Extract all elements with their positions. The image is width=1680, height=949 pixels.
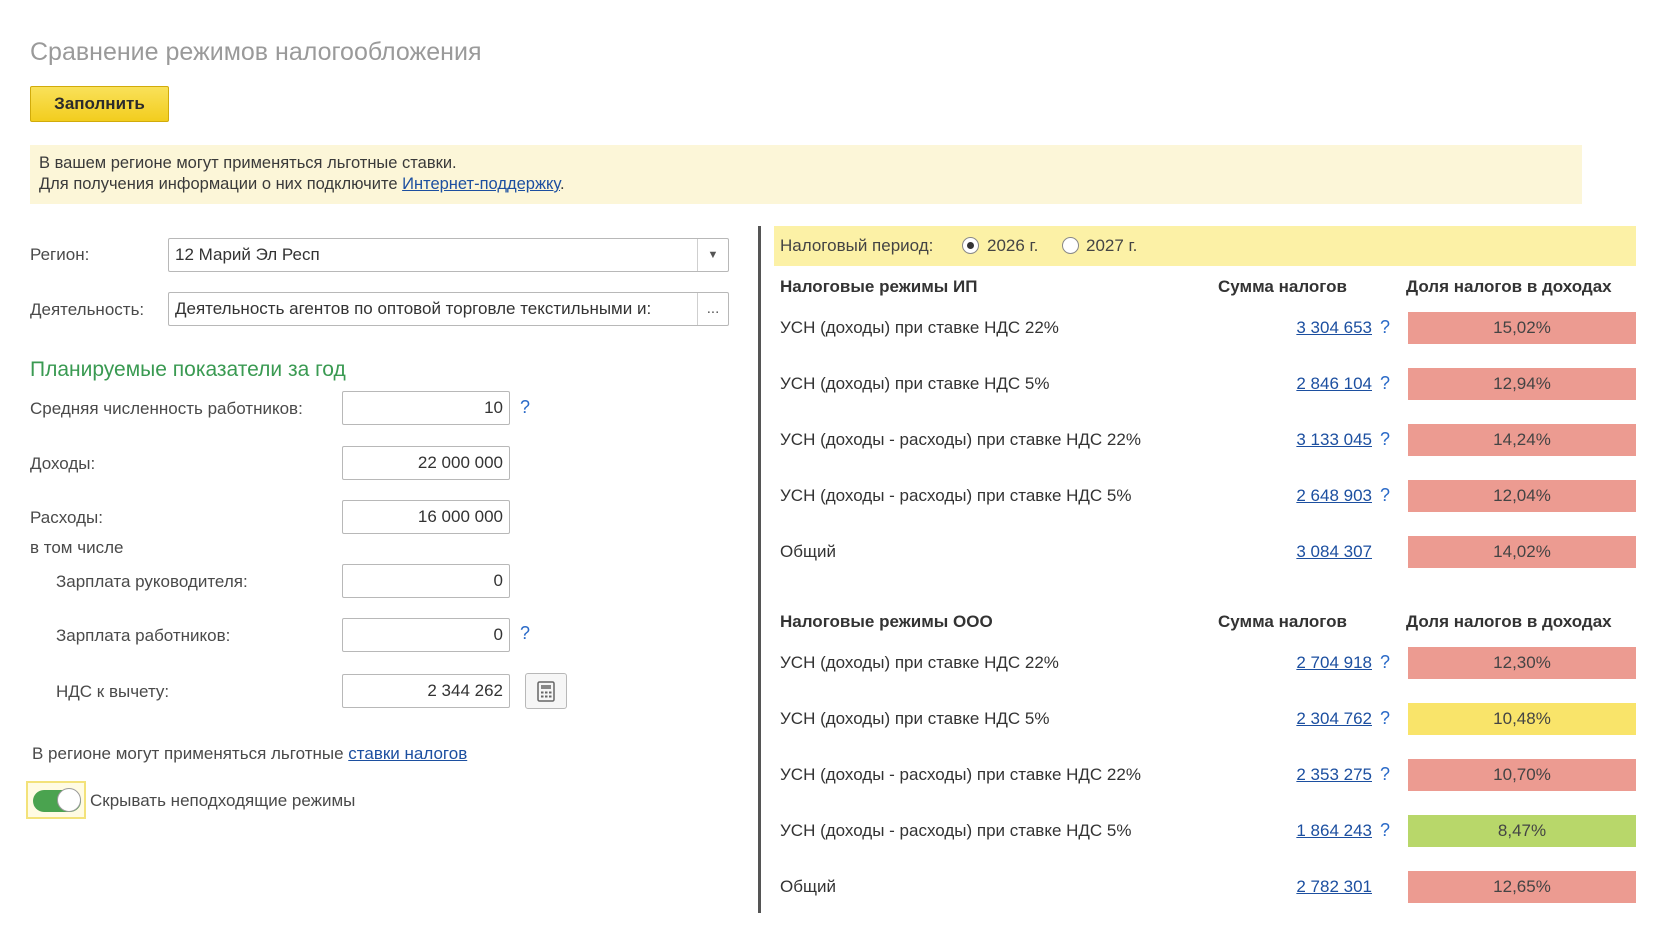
radio-selected-dot — [967, 242, 974, 249]
activity-value: Деятельность агентов по оптовой торговле… — [175, 299, 652, 318]
regime-name: УСН (доходы - расходы) при ставке НДС 5% — [780, 486, 1132, 505]
period-2027-label[interactable]: 2027 г. — [1086, 236, 1137, 256]
tax-share-cell: 10,70% — [1408, 759, 1636, 791]
regime-name: УСН (доходы) при ставке НДС 5% — [780, 709, 1050, 728]
help-icon[interactable]: ? — [1380, 820, 1390, 841]
toggle-knob — [57, 788, 81, 812]
period-2026-radio[interactable] — [962, 237, 979, 254]
regime-name: УСН (доходы) при ставке НДС 22% — [780, 653, 1059, 672]
fill-button[interactable]: Заполнить — [30, 86, 169, 122]
ooo-sum-header: Сумма налогов — [1218, 612, 1347, 631]
help-icon[interactable]: ? — [1380, 373, 1390, 394]
tax-period-bar: Налоговый период: 2026 г. 2027 г. — [774, 226, 1636, 266]
workers-salary-help-icon[interactable]: ? — [520, 623, 530, 644]
employees-help-icon[interactable]: ? — [520, 397, 530, 418]
dropdown-arrow-icon[interactable]: ▼ — [697, 239, 728, 271]
regime-name: УСН (доходы - расходы) при ставке НДС 5% — [780, 821, 1132, 840]
tax-period-label: Налоговый период: — [780, 236, 934, 255]
tax-amount-link[interactable]: 3 133 045 — [1262, 430, 1372, 450]
section-title: Планируемые показатели за год — [30, 358, 346, 381]
rates-text: В регионе могут применяться льготные — [32, 744, 349, 763]
expenses-input[interactable]: 16 000 000 — [342, 500, 510, 534]
notice-line-2-prefix: Для получения информации о них подключит… — [39, 175, 403, 193]
period-2027-radio[interactable] — [1062, 237, 1079, 254]
help-icon[interactable]: ? — [1380, 764, 1390, 785]
activity-select-button[interactable]: ... — [697, 293, 728, 325]
ooo-regimes-header: Налоговые режимы ООО — [780, 612, 993, 631]
ooo-share-header: Доля налогов в доходах — [1406, 612, 1612, 631]
help-icon[interactable]: ? — [1380, 317, 1390, 338]
hide-unsuitable-toggle-frame — [26, 781, 86, 819]
ip-sum-header: Сумма налогов — [1218, 277, 1347, 296]
calculator-icon — [537, 681, 555, 702]
workers-salary-label: Зарплата работников: — [56, 626, 231, 645]
region-label: Регион: — [30, 245, 90, 264]
tax-share-cell: 12,30% — [1408, 647, 1636, 679]
tax-amount-link[interactable]: 1 864 243 — [1262, 821, 1372, 841]
ip-share-header: Доля налогов в доходах — [1406, 277, 1612, 296]
regime-name: УСН (доходы) при ставке НДС 5% — [780, 374, 1050, 393]
regime-name: Общий — [780, 542, 836, 561]
tax-share-cell: 12,94% — [1408, 368, 1636, 400]
tax-share-cell: 14,24% — [1408, 424, 1636, 456]
notice-line-1: В вашем регионе могут применяться льготн… — [39, 154, 457, 172]
tax-amount-link[interactable]: 2 846 104 — [1262, 374, 1372, 394]
panel-divider — [758, 226, 761, 913]
tax-amount-link[interactable]: 3 304 653 — [1262, 318, 1372, 338]
notice-line-2: Для получения информации о них подключит… — [39, 174, 1573, 195]
period-2026-label[interactable]: 2026 г. — [987, 236, 1038, 256]
activity-label: Деятельность: — [30, 300, 145, 319]
hide-unsuitable-label: Скрывать неподходящие режимы — [90, 791, 356, 810]
info-notice: В вашем регионе могут применяться льготн… — [30, 145, 1582, 204]
vat-deduction-input[interactable]: 2 344 262 — [342, 674, 510, 708]
tax-amount-link[interactable]: 2 304 762 — [1262, 709, 1372, 729]
ip-regimes-header: Налоговые режимы ИП — [780, 277, 978, 296]
including-label: в том числе — [30, 538, 124, 557]
tax-share-cell: 8,47% — [1408, 815, 1636, 847]
workers-salary-input[interactable]: 0 — [342, 618, 510, 652]
help-icon[interactable]: ? — [1380, 485, 1390, 506]
regime-name: Общий — [780, 877, 836, 896]
tax-amount-link[interactable]: 2 782 301 — [1262, 877, 1372, 897]
vat-deduction-label: НДС к вычету: — [56, 682, 170, 701]
income-input[interactable]: 22 000 000 — [342, 446, 510, 480]
tax-share-cell: 14,02% — [1408, 536, 1636, 568]
regime-name: УСН (доходы) при ставке НДС 22% — [780, 318, 1059, 337]
tax-share-cell: 10,48% — [1408, 703, 1636, 735]
calculator-button[interactable] — [525, 673, 567, 709]
rates-note: В регионе могут применяться льготные ста… — [32, 744, 467, 764]
help-icon[interactable]: ? — [1380, 708, 1390, 729]
tax-amount-link[interactable]: 2 353 275 — [1262, 765, 1372, 785]
tax-share-cell: 12,65% — [1408, 871, 1636, 903]
hide-unsuitable-toggle[interactable] — [33, 788, 81, 812]
employees-input[interactable]: 10 — [342, 391, 510, 425]
tax-amount-link[interactable]: 2 648 903 — [1262, 486, 1372, 506]
region-select[interactable]: 12 Марий Эл Респ ▼ — [168, 238, 729, 272]
director-salary-label: Зарплата руководителя: — [56, 572, 248, 591]
expenses-label: Расходы: — [30, 508, 103, 527]
regime-name: УСН (доходы - расходы) при ставке НДС 22… — [780, 765, 1141, 784]
region-value: 12 Марий Эл Респ — [175, 245, 320, 264]
notice-line-2-suffix: . — [560, 175, 565, 193]
employees-label: Средняя численность работников: — [30, 399, 303, 418]
director-salary-input[interactable]: 0 — [342, 564, 510, 598]
regime-name: УСН (доходы - расходы) при ставке НДС 22… — [780, 430, 1141, 449]
help-icon[interactable]: ? — [1380, 429, 1390, 450]
page-title: Сравнение режимов налогообложения — [30, 38, 482, 66]
income-label: Доходы: — [30, 454, 96, 473]
internet-support-link[interactable]: Интернет-поддержку — [402, 175, 560, 193]
tax-amount-link[interactable]: 2 704 918 — [1262, 653, 1372, 673]
help-icon[interactable]: ? — [1380, 652, 1390, 673]
tax-amount-link[interactable]: 3 084 307 — [1262, 542, 1372, 562]
tax-rates-link[interactable]: ставки налогов — [348, 744, 467, 763]
tax-share-cell: 12,04% — [1408, 480, 1636, 512]
activity-field[interactable]: Деятельность агентов по оптовой торговле… — [168, 292, 729, 326]
tax-share-cell: 15,02% — [1408, 312, 1636, 344]
